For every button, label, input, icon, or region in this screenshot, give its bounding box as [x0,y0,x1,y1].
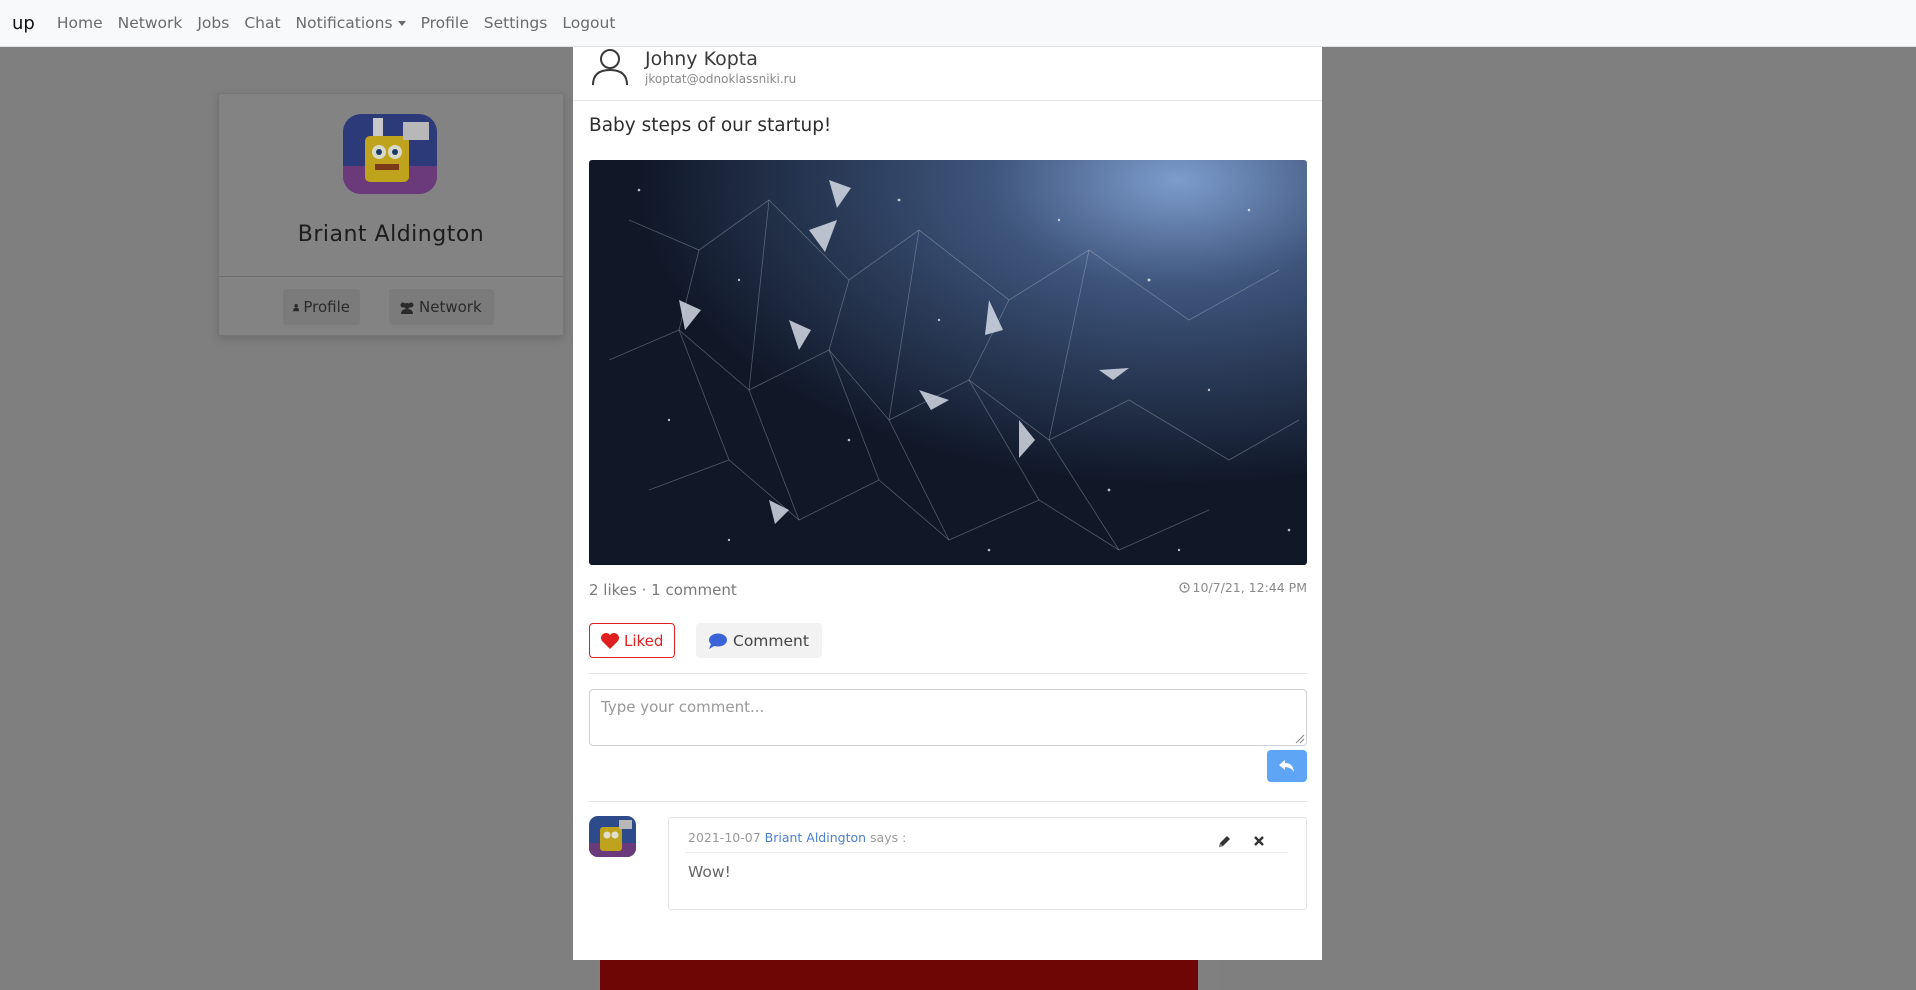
comment-date: 2021-10-07 [688,830,761,845]
profile-button-label: Profile [303,298,350,316]
nav-notifications-dropdown[interactable]: Notifications [296,14,406,32]
users-icon [400,302,414,314]
post-header: Johny Kopta jkoptat@odnoklassniki.ru [573,46,1322,101]
post-author-name[interactable]: Johny Kopta [645,48,758,70]
nav-settings[interactable]: Settings [484,14,548,32]
comment-meta: 2021-10-07 Briant Aldington says : [688,830,906,845]
post-stats[interactable]: 2 likes · 1 comment [589,581,737,599]
brand-logo[interactable]: up [12,13,35,34]
close-icon[interactable] [1253,835,1265,847]
post-author-email: jkoptat@odnoklassniki.ru [645,72,797,86]
nav-profile[interactable]: Profile [421,14,469,32]
post-modal: Johny Kopta jkoptat@odnoklassniki.ru Bab… [573,46,1322,960]
profile-avatar [343,114,437,194]
comment-button-label: Comment [733,631,809,650]
like-button-label: Liked [624,631,664,650]
profile-divider [219,276,563,277]
profile-button[interactable]: Profile [283,289,360,325]
comment-says: says : [870,830,907,845]
user-icon [293,303,300,311]
nav-chat[interactable]: Chat [244,14,280,32]
network-button[interactable]: Network [389,289,494,325]
comment-divider [685,852,1288,853]
comment-text: Wow! [688,863,731,881]
top-navbar: up Home Network Jobs Chat Notifications … [0,0,1916,47]
resize-grip-icon[interactable] [1295,734,1305,744]
comment-icon [709,633,727,649]
nav-notifications-label: Notifications [295,14,393,32]
comment-button[interactable]: Comment [696,623,822,658]
post-text: Baby steps of our startup! [589,115,832,136]
nav-logout[interactable]: Logout [562,14,615,32]
post-image [589,160,1307,565]
comment-item: 2021-10-07 Briant Aldington says : Wow! [668,817,1307,910]
comment-avatar[interactable] [589,816,636,857]
divider [589,673,1307,674]
pencil-icon[interactable] [1217,835,1231,849]
post-timestamp-text: 10/7/21, 12:44 PM [1192,580,1307,595]
comment-input[interactable] [589,689,1307,746]
send-comment-button[interactable] [1267,750,1307,782]
profile-card: Briant Aldington Profile Network [218,93,564,336]
user-outline-icon [592,49,628,86]
caret-down-icon [397,21,406,26]
nav-network[interactable]: Network [118,14,183,32]
profile-name: Briant Aldington [297,222,485,247]
clock-icon [1178,582,1190,593]
nav-jobs[interactable]: Jobs [197,14,229,32]
divider [589,801,1307,802]
post-timestamp: 10/7/21, 12:44 PM [1178,580,1307,595]
background-feed-image [600,958,1198,990]
like-button[interactable]: Liked [589,623,675,658]
network-button-label: Network [419,298,482,316]
nav-home[interactable]: Home [57,14,103,32]
heart-icon [601,632,619,649]
comment-author-link[interactable]: Briant Aldington [765,830,866,845]
reply-icon [1279,760,1294,772]
